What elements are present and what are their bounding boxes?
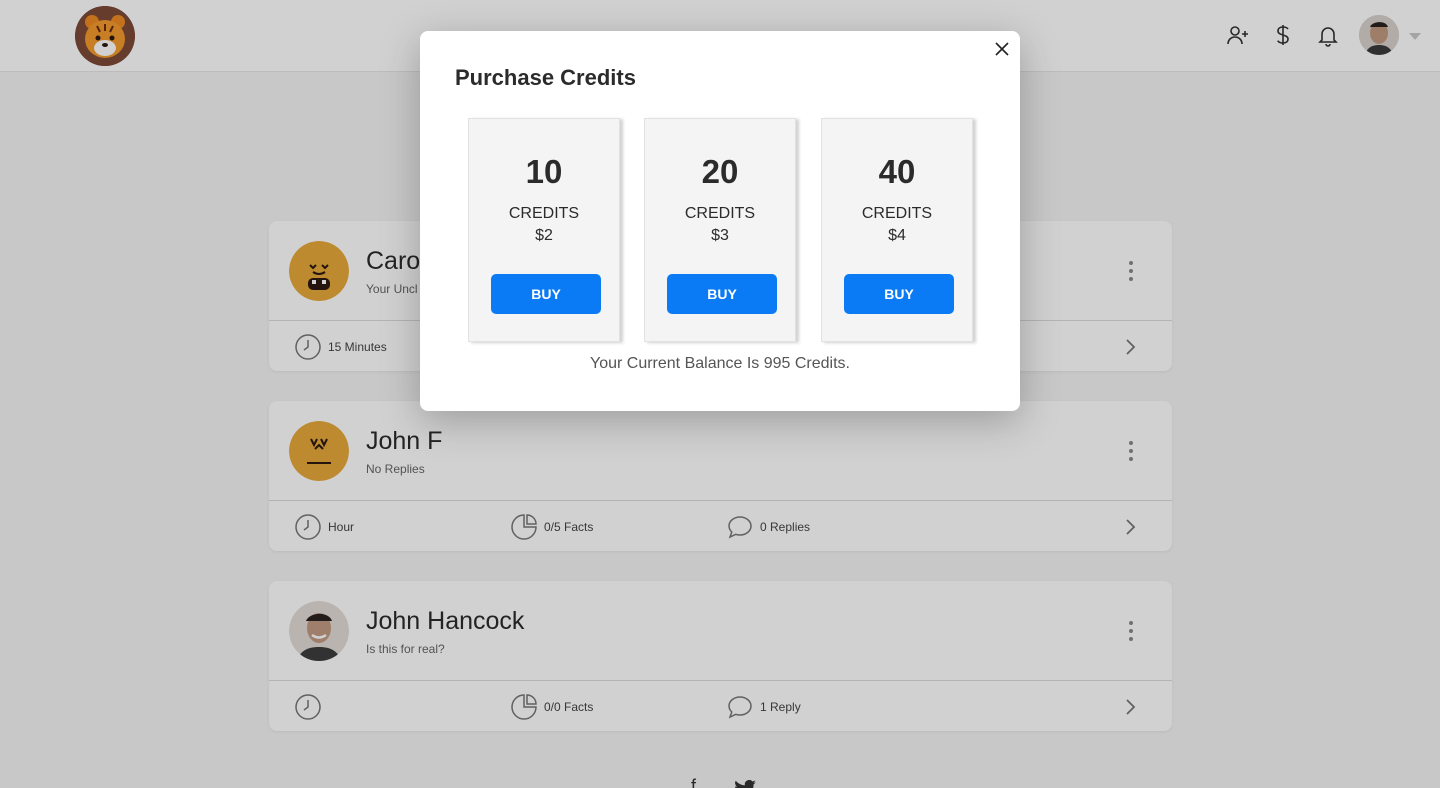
plan-credit-label: CREDITS bbox=[508, 205, 580, 222]
buy-button[interactable]: BUY bbox=[667, 274, 777, 314]
plan-credit-amount: 20 bbox=[701, 153, 739, 190]
purchase-credits-modal: Purchase Credits 10 CREDITS $2 BUY 20 CR… bbox=[420, 31, 1020, 411]
plan-credit-label: CREDITS bbox=[684, 205, 756, 222]
close-icon[interactable] bbox=[993, 40, 1011, 58]
plan-credit-label: CREDITS bbox=[861, 205, 933, 222]
credit-plan-card: 10 CREDITS $2 BUY bbox=[468, 118, 620, 342]
credit-plan-card: 40 CREDITS $4 BUY bbox=[821, 118, 973, 342]
buy-button[interactable]: BUY bbox=[491, 274, 601, 314]
modal-title: Purchase Credits bbox=[455, 65, 636, 90]
plan-price: $2 bbox=[535, 227, 553, 244]
credit-plan-card: 20 CREDITS $3 BUY bbox=[644, 118, 796, 342]
plan-price: $3 bbox=[711, 227, 729, 244]
plan-price: $4 bbox=[888, 227, 906, 244]
plan-credit-amount: 40 bbox=[878, 153, 916, 190]
buy-button[interactable]: BUY bbox=[844, 274, 954, 314]
plan-credit-amount: 10 bbox=[525, 153, 563, 190]
current-balance-text: Your Current Balance Is 995 Credits. bbox=[590, 355, 850, 372]
